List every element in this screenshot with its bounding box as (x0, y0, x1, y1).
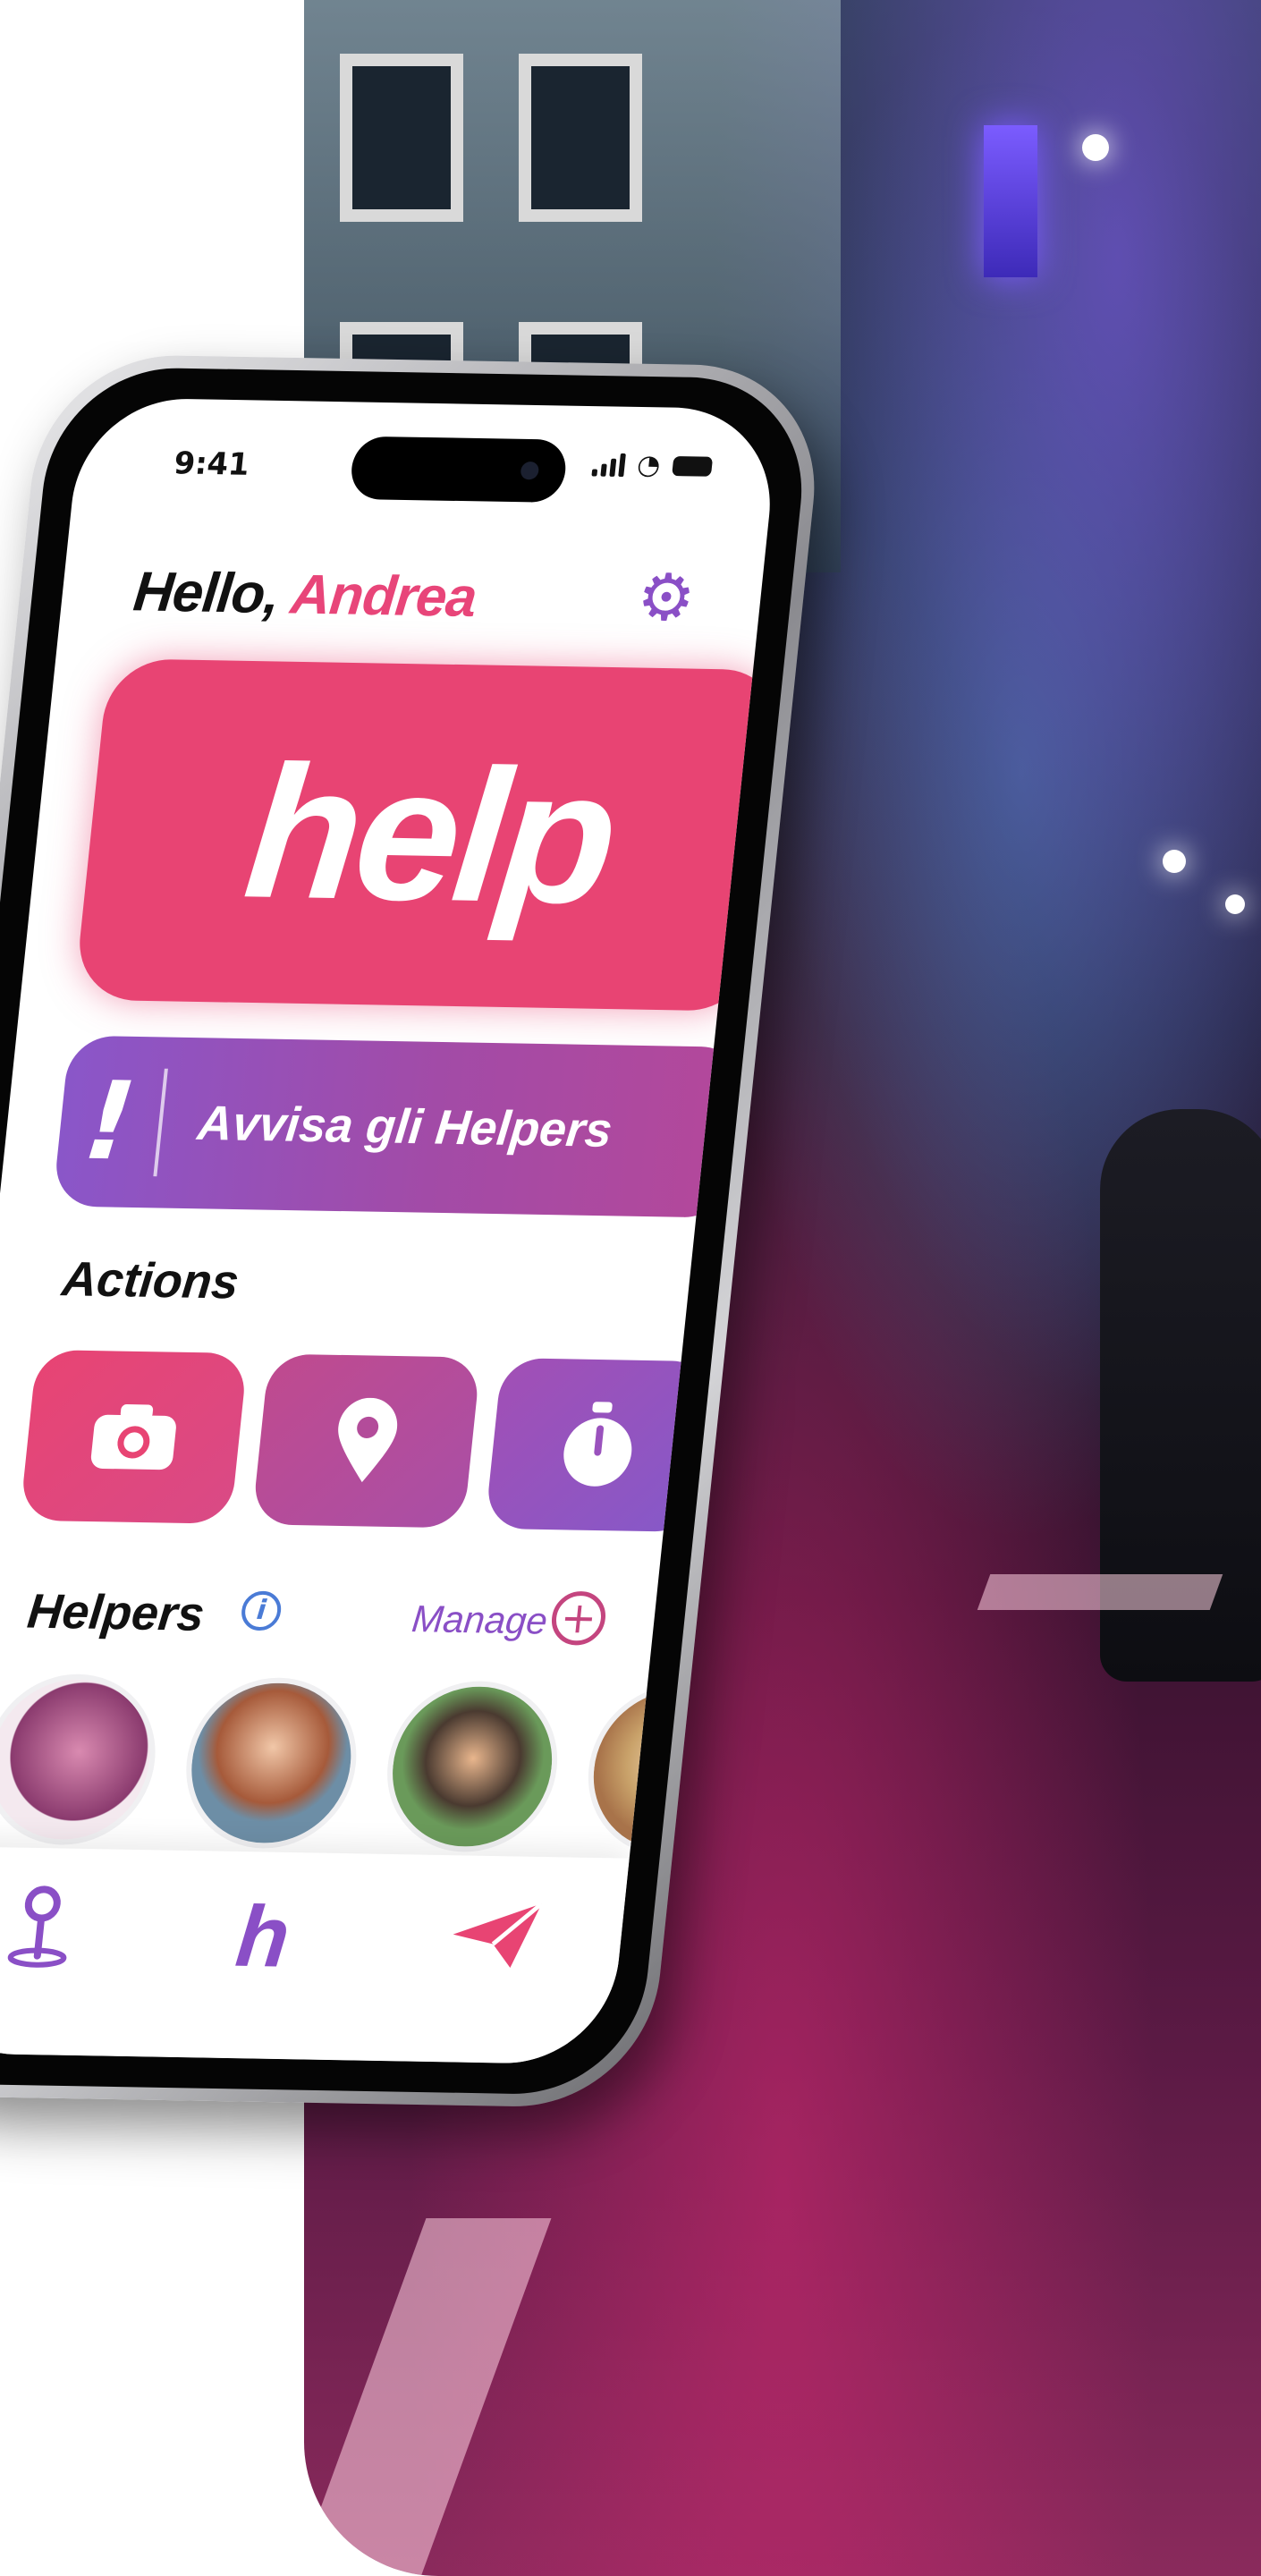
actions-title: Actions (59, 1251, 241, 1309)
tab-send[interactable] (446, 1897, 544, 1985)
camera-icon (90, 1404, 176, 1470)
timer-icon (563, 1402, 632, 1487)
tab-map[interactable] (0, 1883, 80, 1984)
tab-home[interactable]: h (232, 1888, 294, 1985)
tab-bar: h (0, 1845, 630, 2065)
street-light (1082, 134, 1109, 161)
greeting-heading: Hello, Andrea (131, 560, 479, 630)
helper-avatar[interactable] (378, 1680, 566, 1854)
helpers-title: Helpers (24, 1584, 207, 1641)
greeting-text: Hello, (131, 561, 283, 626)
phone-screen: 9:41 ◔ Hello, Andrea ⚙ help ! Avvisa gli… (0, 397, 781, 2065)
alert-helpers-label: Avvisa gli Helpers (195, 1096, 615, 1157)
helper-avatar[interactable] (0, 1673, 164, 1847)
building-window (519, 54, 642, 222)
phone-mockup: 9:41 ◔ Hello, Andrea ⚙ help ! Avvisa gli… (0, 353, 1183, 2169)
neon-sign (984, 125, 1037, 277)
add-helper-icon[interactable]: + (549, 1590, 608, 1646)
signal-icon (591, 453, 626, 478)
help-button[interactable]: help (73, 658, 781, 1012)
alert-helpers-button[interactable]: ! Avvisa gli Helpers (52, 1035, 747, 1218)
info-icon[interactable]: i (239, 1590, 284, 1631)
status-icons: ◔ (591, 449, 714, 481)
helpers-list (0, 1673, 767, 1858)
location-action-button[interactable] (251, 1353, 481, 1529)
battery-icon (672, 455, 714, 477)
status-time: 9:41 (172, 445, 251, 483)
timer-action-button[interactable] (484, 1358, 714, 1532)
actions-row (19, 1349, 714, 1532)
phone-bezel: 9:41 ◔ Hello, Andrea ⚙ help ! Avvisa gli… (0, 366, 814, 2097)
gear-icon[interactable]: ⚙ (630, 559, 701, 635)
street-light (1163, 850, 1186, 873)
helper-avatar[interactable] (580, 1682, 767, 1858)
phone-frame: 9:41 ◔ Hello, Andrea ⚙ help ! Avvisa gli… (0, 353, 828, 2109)
wifi-icon: ◔ (635, 449, 663, 481)
manage-link[interactable]: Manage (410, 1597, 549, 1643)
user-name: Andrea (287, 564, 479, 630)
camera-action-button[interactable] (19, 1349, 249, 1524)
building-window (340, 54, 463, 222)
map-pin-icon (7, 1885, 67, 1968)
exclamation-icon: ! (79, 1058, 141, 1185)
send-icon (453, 1902, 544, 1969)
street-light (1225, 894, 1245, 914)
dynamic-island (348, 436, 569, 504)
helper-avatar[interactable] (177, 1676, 365, 1851)
location-pin-icon (338, 1397, 398, 1483)
crosswalk-stripe (304, 2218, 552, 2576)
help-button-label: help (237, 725, 622, 944)
